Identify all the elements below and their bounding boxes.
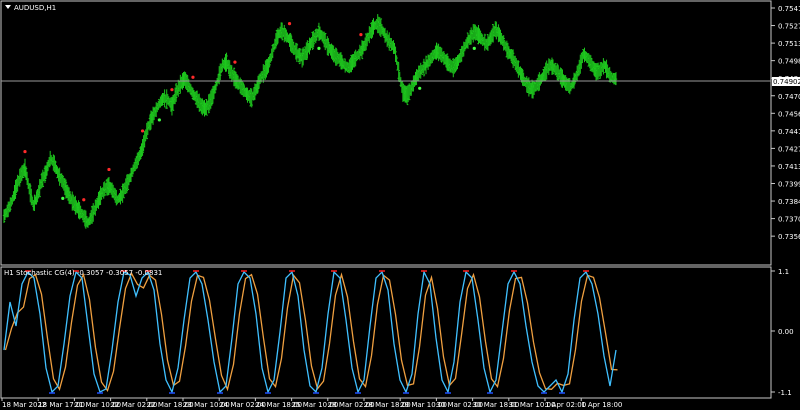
price-axis-label: 0.75270: [778, 23, 800, 31]
chart-window[interactable]: AUDUSD,H1 0.75415 0.75270 0.75130 0.74985 0.…: [0, 0, 800, 410]
fractal-up-marker: [23, 149, 27, 154]
indicator-title: H1 Stochastic CG(4) -0.3057 -0.3057 -0.0…: [4, 269, 162, 277]
fractal-up-marker: [140, 129, 145, 133]
fractal-down-marker: [472, 46, 476, 50]
price-axis-label: 0.74130: [778, 163, 800, 171]
current-price-value: 0.74902: [773, 78, 800, 86]
symbol-title: AUDUSD,H1: [14, 4, 56, 12]
current-price-tag: 0.74902: [772, 77, 800, 86]
fractal-up-marker: [359, 33, 363, 37]
price-axis-label: 0.75130: [778, 40, 800, 48]
price-axis-label: 0.73705: [778, 216, 800, 224]
fractal-up-marker: [170, 88, 174, 92]
fractal-down-marker: [418, 86, 422, 90]
indicator-axis-label: 0.00: [778, 328, 794, 336]
price-axis-label: 0.74275: [778, 145, 800, 153]
fractal-down-marker: [317, 46, 321, 50]
indicator-axis-label: 1.1: [778, 268, 789, 276]
fractal-up-marker: [107, 167, 111, 172]
fractal-up-marker: [233, 60, 237, 64]
price-axis-label: 0.75415: [778, 5, 800, 13]
time-axis-label: 1 Apr 02:00: [545, 401, 586, 409]
indicator-axis-label: -1.1: [778, 389, 792, 397]
fractal-down-marker: [157, 118, 161, 122]
price-axis-label: 0.74415: [778, 128, 800, 136]
price-axis-label: 0.74700: [778, 93, 800, 101]
fractal-up-marker: [82, 198, 86, 202]
fractal-down-marker: [61, 196, 65, 200]
fractal-up-marker: [287, 22, 292, 26]
price-axis-label: 0.74985: [778, 58, 800, 66]
time-axis-label: 1 Apr 18:00: [581, 401, 622, 409]
price-axis-label: 0.74560: [778, 110, 800, 118]
price-axis-label: 0.73990: [778, 181, 800, 189]
price-axis-label: 0.73845: [778, 198, 800, 206]
fractal-up-marker: [191, 75, 195, 79]
price-axis-label: 0.73560: [778, 233, 800, 241]
